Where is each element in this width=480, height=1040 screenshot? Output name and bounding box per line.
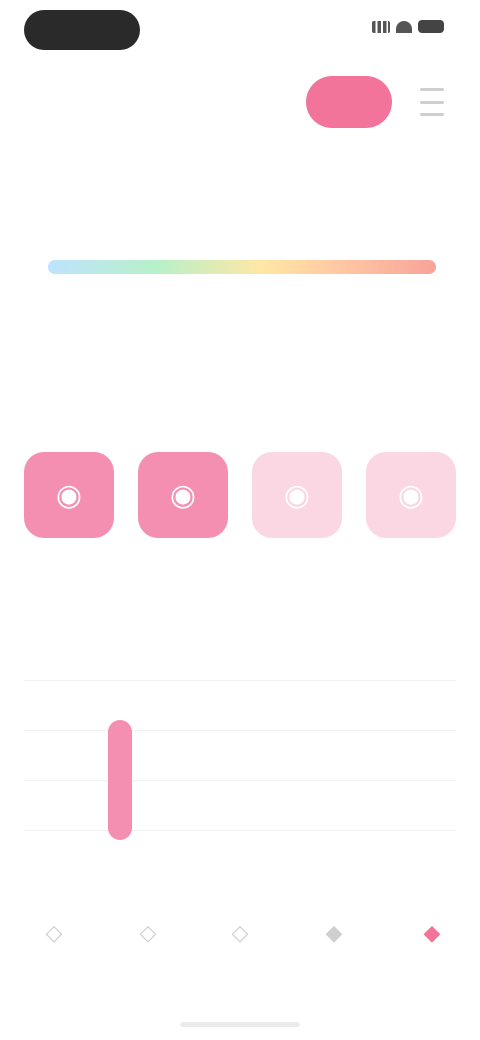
status-time [24,10,140,50]
cards-row: ◉ ◉ ◉ ◉ [24,452,456,558]
tab-icon-5: ◆ [423,920,441,945]
card-icon: ◉ [55,478,83,512]
tab-icon-4: ◆ [325,920,343,945]
grid-line [24,680,456,681]
tab-bar: ◇ ◇ ◇ ◆ ◆ [0,900,480,1000]
header-action-button[interactable] [306,76,392,128]
card-icon: ◉ [169,478,197,512]
card-tile[interactable]: ◉ [366,452,456,538]
card-item[interactable]: ◉ [138,452,228,558]
chart-bar[interactable] [108,720,132,840]
card-tile[interactable]: ◉ [138,452,228,538]
summary-card [24,190,456,370]
wifi-icon [396,20,412,33]
header [0,70,480,140]
bar-chart [24,680,456,880]
status-bar [0,0,480,64]
tab-item-4[interactable]: ◆ [304,920,364,952]
home-indicator [180,1022,300,1027]
card-icon: ◉ [283,478,311,512]
tab-item-5[interactable]: ◆ [402,920,462,952]
tab-icon-2: ◇ [139,920,157,945]
grid-line [24,780,456,781]
card-icon: ◉ [397,478,425,512]
card-tile[interactable]: ◉ [24,452,114,538]
card-item[interactable]: ◉ [366,452,456,558]
gradient-scale-bar [48,260,436,274]
signal-icon [372,20,390,33]
menu-icon[interactable] [420,88,444,116]
grid-line [24,830,456,831]
card-item[interactable]: ◉ [24,452,114,558]
battery-icon [418,20,444,33]
tab-item-2[interactable]: ◇ [118,920,178,952]
tab-item-1[interactable]: ◇ [24,920,84,952]
tab-icon-1: ◇ [45,920,63,945]
card-item[interactable]: ◉ [252,452,342,558]
grid-line [24,730,456,731]
card-tile[interactable]: ◉ [252,452,342,538]
status-icons [372,20,444,33]
tab-icon-3: ◇ [231,920,249,945]
tab-item-3[interactable]: ◇ [210,920,270,952]
